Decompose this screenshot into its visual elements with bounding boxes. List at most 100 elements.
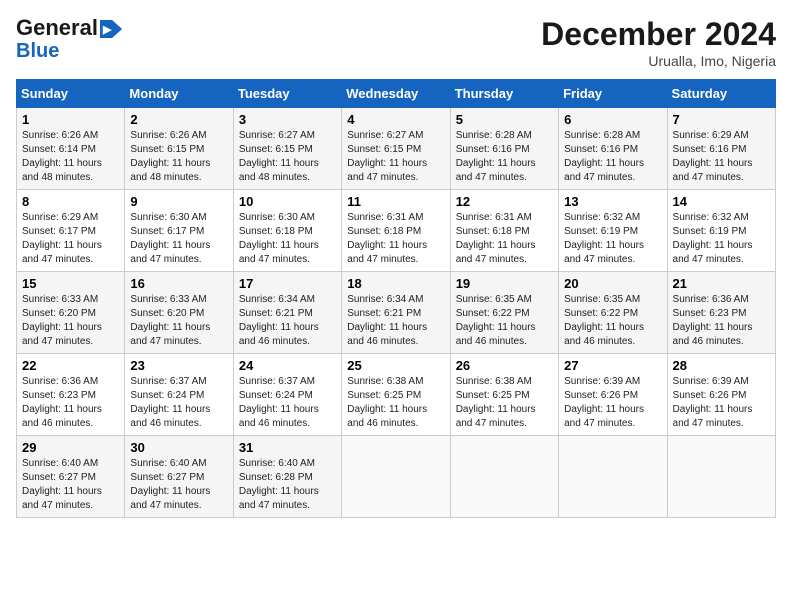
day-info: Sunrise: 6:31 AMSunset: 6:18 PMDaylight:… <box>347 212 427 265</box>
day-number: 11 <box>347 194 444 209</box>
day-info: Sunrise: 6:40 AMSunset: 6:28 PMDaylight:… <box>239 458 319 511</box>
day-number: 18 <box>347 276 444 291</box>
day-number: 6 <box>564 112 661 127</box>
calendar-cell: 22 Sunrise: 6:36 AMSunset: 6:23 PMDaylig… <box>17 354 125 436</box>
calendar-cell: 3 Sunrise: 6:27 AMSunset: 6:15 PMDayligh… <box>233 108 341 190</box>
calendar-cell: 10 Sunrise: 6:30 AMSunset: 6:18 PMDaylig… <box>233 190 341 272</box>
calendar-cell: 23 Sunrise: 6:37 AMSunset: 6:24 PMDaylig… <box>125 354 233 436</box>
column-header-saturday: Saturday <box>667 80 775 108</box>
calendar-cell: 24 Sunrise: 6:37 AMSunset: 6:24 PMDaylig… <box>233 354 341 436</box>
day-number: 22 <box>22 358 119 373</box>
calendar-cell: 2 Sunrise: 6:26 AMSunset: 6:15 PMDayligh… <box>125 108 233 190</box>
calendar-cell <box>667 436 775 518</box>
calendar-cell: 18 Sunrise: 6:34 AMSunset: 6:21 PMDaylig… <box>342 272 450 354</box>
day-number: 16 <box>130 276 227 291</box>
week-row-5: 29 Sunrise: 6:40 AMSunset: 6:27 PMDaylig… <box>17 436 776 518</box>
day-info: Sunrise: 6:40 AMSunset: 6:27 PMDaylight:… <box>22 458 102 511</box>
calendar-cell: 14 Sunrise: 6:32 AMSunset: 6:19 PMDaylig… <box>667 190 775 272</box>
day-number: 13 <box>564 194 661 209</box>
day-info: Sunrise: 6:26 AMSunset: 6:14 PMDaylight:… <box>22 130 102 183</box>
column-header-wednesday: Wednesday <box>342 80 450 108</box>
logo-blue-line: Blue <box>16 40 59 62</box>
svg-text:▶: ▶ <box>102 24 112 36</box>
logo-text: General <box>16 16 98 40</box>
day-info: Sunrise: 6:36 AMSunset: 6:23 PMDaylight:… <box>673 294 753 347</box>
day-info: Sunrise: 6:38 AMSunset: 6:25 PMDaylight:… <box>456 376 536 429</box>
logo-blue: Blue <box>16 40 59 62</box>
week-row-2: 8 Sunrise: 6:29 AMSunset: 6:17 PMDayligh… <box>17 190 776 272</box>
column-header-thursday: Thursday <box>450 80 558 108</box>
day-number: 30 <box>130 440 227 455</box>
calendar-cell: 8 Sunrise: 6:29 AMSunset: 6:17 PMDayligh… <box>17 190 125 272</box>
day-info: Sunrise: 6:33 AMSunset: 6:20 PMDaylight:… <box>130 294 210 347</box>
day-info: Sunrise: 6:30 AMSunset: 6:18 PMDaylight:… <box>239 212 319 265</box>
day-number: 14 <box>673 194 770 209</box>
day-info: Sunrise: 6:35 AMSunset: 6:22 PMDaylight:… <box>564 294 644 347</box>
logo-icon: ▶ <box>100 20 122 38</box>
day-info: Sunrise: 6:40 AMSunset: 6:27 PMDaylight:… <box>130 458 210 511</box>
calendar-cell: 5 Sunrise: 6:28 AMSunset: 6:16 PMDayligh… <box>450 108 558 190</box>
day-info: Sunrise: 6:28 AMSunset: 6:16 PMDaylight:… <box>564 130 644 183</box>
day-number: 17 <box>239 276 336 291</box>
day-info: Sunrise: 6:36 AMSunset: 6:23 PMDaylight:… <box>22 376 102 429</box>
calendar-cell: 1 Sunrise: 6:26 AMSunset: 6:14 PMDayligh… <box>17 108 125 190</box>
calendar-cell: 29 Sunrise: 6:40 AMSunset: 6:27 PMDaylig… <box>17 436 125 518</box>
calendar-cell: 17 Sunrise: 6:34 AMSunset: 6:21 PMDaylig… <box>233 272 341 354</box>
calendar-cell: 25 Sunrise: 6:38 AMSunset: 6:25 PMDaylig… <box>342 354 450 436</box>
day-info: Sunrise: 6:26 AMSunset: 6:15 PMDaylight:… <box>130 130 210 183</box>
calendar-cell <box>450 436 558 518</box>
day-info: Sunrise: 6:32 AMSunset: 6:19 PMDaylight:… <box>673 212 753 265</box>
title-area: December 2024 Urualla, Imo, Nigeria <box>541 16 776 69</box>
day-number: 8 <box>22 194 119 209</box>
day-info: Sunrise: 6:31 AMSunset: 6:18 PMDaylight:… <box>456 212 536 265</box>
day-info: Sunrise: 6:30 AMSunset: 6:17 PMDaylight:… <box>130 212 210 265</box>
column-header-monday: Monday <box>125 80 233 108</box>
day-number: 27 <box>564 358 661 373</box>
column-header-friday: Friday <box>559 80 667 108</box>
day-number: 31 <box>239 440 336 455</box>
calendar-cell: 6 Sunrise: 6:28 AMSunset: 6:16 PMDayligh… <box>559 108 667 190</box>
calendar-cell: 13 Sunrise: 6:32 AMSunset: 6:19 PMDaylig… <box>559 190 667 272</box>
week-row-3: 15 Sunrise: 6:33 AMSunset: 6:20 PMDaylig… <box>17 272 776 354</box>
day-info: Sunrise: 6:39 AMSunset: 6:26 PMDaylight:… <box>564 376 644 429</box>
day-info: Sunrise: 6:27 AMSunset: 6:15 PMDaylight:… <box>347 130 427 183</box>
day-number: 7 <box>673 112 770 127</box>
calendar-cell: 27 Sunrise: 6:39 AMSunset: 6:26 PMDaylig… <box>559 354 667 436</box>
calendar-cell <box>342 436 450 518</box>
day-number: 19 <box>456 276 553 291</box>
calendar-cell: 19 Sunrise: 6:35 AMSunset: 6:22 PMDaylig… <box>450 272 558 354</box>
day-number: 29 <box>22 440 119 455</box>
calendar-cell <box>559 436 667 518</box>
week-row-4: 22 Sunrise: 6:36 AMSunset: 6:23 PMDaylig… <box>17 354 776 436</box>
day-info: Sunrise: 6:32 AMSunset: 6:19 PMDaylight:… <box>564 212 644 265</box>
location: Urualla, Imo, Nigeria <box>541 53 776 69</box>
calendar-cell: 30 Sunrise: 6:40 AMSunset: 6:27 PMDaylig… <box>125 436 233 518</box>
day-number: 1 <box>22 112 119 127</box>
calendar-cell: 21 Sunrise: 6:36 AMSunset: 6:23 PMDaylig… <box>667 272 775 354</box>
calendar-cell: 16 Sunrise: 6:33 AMSunset: 6:20 PMDaylig… <box>125 272 233 354</box>
calendar-table: SundayMondayTuesdayWednesdayThursdayFrid… <box>16 79 776 518</box>
calendar-cell: 12 Sunrise: 6:31 AMSunset: 6:18 PMDaylig… <box>450 190 558 272</box>
calendar-cell: 11 Sunrise: 6:31 AMSunset: 6:18 PMDaylig… <box>342 190 450 272</box>
day-number: 10 <box>239 194 336 209</box>
day-number: 15 <box>22 276 119 291</box>
day-number: 2 <box>130 112 227 127</box>
calendar-cell: 9 Sunrise: 6:30 AMSunset: 6:17 PMDayligh… <box>125 190 233 272</box>
day-info: Sunrise: 6:38 AMSunset: 6:25 PMDaylight:… <box>347 376 427 429</box>
week-row-1: 1 Sunrise: 6:26 AMSunset: 6:14 PMDayligh… <box>17 108 776 190</box>
calendar-cell: 7 Sunrise: 6:29 AMSunset: 6:16 PMDayligh… <box>667 108 775 190</box>
day-info: Sunrise: 6:34 AMSunset: 6:21 PMDaylight:… <box>347 294 427 347</box>
day-info: Sunrise: 6:37 AMSunset: 6:24 PMDaylight:… <box>130 376 210 429</box>
header-row: SundayMondayTuesdayWednesdayThursdayFrid… <box>17 80 776 108</box>
day-info: Sunrise: 6:28 AMSunset: 6:16 PMDaylight:… <box>456 130 536 183</box>
day-info: Sunrise: 6:35 AMSunset: 6:22 PMDaylight:… <box>456 294 536 347</box>
day-number: 9 <box>130 194 227 209</box>
day-info: Sunrise: 6:34 AMSunset: 6:21 PMDaylight:… <box>239 294 319 347</box>
column-header-tuesday: Tuesday <box>233 80 341 108</box>
calendar-cell: 15 Sunrise: 6:33 AMSunset: 6:20 PMDaylig… <box>17 272 125 354</box>
day-number: 26 <box>456 358 553 373</box>
column-header-sunday: Sunday <box>17 80 125 108</box>
day-info: Sunrise: 6:27 AMSunset: 6:15 PMDaylight:… <box>239 130 319 183</box>
day-number: 25 <box>347 358 444 373</box>
calendar-cell: 4 Sunrise: 6:27 AMSunset: 6:15 PMDayligh… <box>342 108 450 190</box>
